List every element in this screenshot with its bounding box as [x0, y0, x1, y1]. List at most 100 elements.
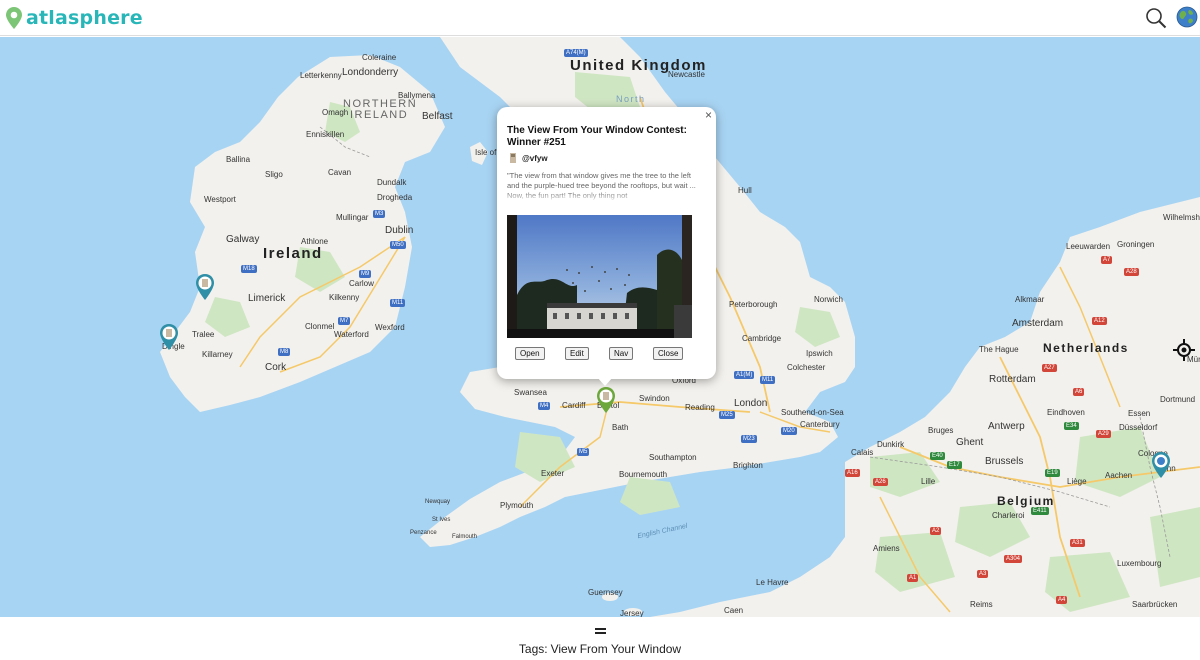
city-label: Reading — [685, 403, 715, 412]
city-label: Westport — [204, 195, 236, 204]
road-shield: A304 — [1004, 555, 1023, 563]
globe-button[interactable] — [1176, 6, 1198, 28]
city-label: Dublin — [385, 225, 414, 236]
city-label: Ghent — [956, 437, 984, 448]
nav-button[interactable]: Nav — [609, 347, 634, 360]
road-shield: M8 — [278, 348, 291, 356]
popup-actions: Open Edit Nav Close — [497, 347, 716, 363]
city-label: Londonderry — [342, 67, 399, 78]
city-label: Luxembourg — [1117, 559, 1162, 568]
road-shield: A1 — [907, 574, 919, 582]
open-button[interactable]: Open — [515, 347, 545, 360]
city-label: Charleroi — [992, 511, 1025, 520]
city-label: Bath — [612, 423, 629, 432]
popup-photo[interactable] — [507, 215, 692, 338]
city-label: Bournemouth — [619, 470, 668, 479]
city-label: Hull — [738, 186, 752, 195]
road-shield: M20 — [781, 427, 797, 435]
road-shield: M4 — [538, 402, 551, 410]
road-shield: E411 — [1031, 507, 1049, 515]
road-shield: A16 — [845, 469, 860, 477]
city-label: Canterbury — [800, 420, 840, 429]
city-label: Lille — [921, 477, 936, 486]
city-label: Drogheda — [377, 193, 413, 202]
road-shield: M3 — [373, 210, 386, 218]
city-label: Galway — [226, 234, 260, 245]
city-label: Southend-on-Sea — [781, 408, 844, 417]
menu-icon[interactable] — [595, 628, 606, 635]
region-label: IRELAND — [350, 109, 409, 121]
city-label: Belfast — [422, 111, 453, 122]
city-label: Newquay — [425, 499, 451, 505]
city-label: Swansea — [514, 388, 547, 397]
city-label: Guernsey — [588, 588, 623, 597]
road-shield: A29 — [1096, 430, 1111, 438]
city-label: Caen — [724, 606, 744, 615]
road-shield: A12 — [1092, 317, 1107, 325]
my-location-button[interactable] — [1173, 339, 1195, 361]
popup-author[interactable]: @vfyw — [507, 152, 548, 164]
avatar — [510, 153, 516, 163]
map-pin[interactable] — [195, 273, 215, 301]
road-shield: A6 — [1073, 388, 1085, 396]
city-label: Penzance — [410, 530, 437, 536]
city-label: Groningen — [1117, 240, 1155, 249]
city-label: Waterford — [334, 330, 369, 339]
road-shield: A1(M) — [734, 371, 755, 379]
map-pin-logo-icon — [6, 7, 22, 29]
city-label: Norwich — [814, 295, 843, 304]
road-shield: E40 — [930, 452, 945, 460]
city-label: Brighton — [733, 461, 763, 470]
road-shield: A74(M) — [564, 49, 588, 57]
city-label: Cambridge — [742, 334, 782, 343]
selected-map-pin[interactable] — [596, 386, 616, 414]
road-shield: E19 — [1045, 469, 1060, 477]
map-pin[interactable] — [159, 323, 179, 351]
tags-label: Tags: — [518, 642, 548, 656]
road-shield: M11 — [760, 376, 776, 384]
popup-title: The View From Your Window Contest: Winne… — [507, 125, 687, 148]
edit-button[interactable]: Edit — [565, 347, 589, 360]
city-label: Cavan — [328, 168, 352, 177]
road-shield: M9 — [359, 270, 372, 278]
city-label: Wexford — [375, 323, 405, 332]
city-label: Newcastle — [668, 70, 705, 79]
author-handle: @vfyw — [522, 153, 548, 163]
city-label: Coleraine — [362, 53, 397, 62]
city-label: Essen — [1128, 409, 1151, 418]
city-label: Clonmel — [305, 322, 335, 331]
globe-icon — [1176, 6, 1198, 28]
search-button[interactable] — [1145, 7, 1167, 29]
city-label: Cork — [265, 362, 287, 373]
city-label: Jersey — [620, 609, 644, 617]
road-shield: M23 — [741, 435, 757, 443]
city-label: Brussels — [985, 456, 1024, 467]
top-bar: atlasphere — [0, 0, 1200, 36]
city-label: Falmouth — [452, 534, 478, 540]
close-button[interactable]: Close — [653, 347, 684, 360]
city-label: Carlow — [349, 279, 374, 288]
city-label: Düsseldorf — [1119, 423, 1158, 432]
city-label: Cardiff — [562, 401, 586, 410]
city-label: Dundalk — [377, 178, 407, 187]
tag-link[interactable]: View From Your Window — [551, 642, 682, 656]
city-label: Amsterdam — [1012, 318, 1064, 329]
city-label: Peterborough — [729, 300, 778, 309]
map-pin[interactable] — [1151, 451, 1171, 479]
city-label: Athlone — [301, 237, 329, 246]
city-label: Kilkenny — [329, 293, 360, 302]
tags-line: Tags: View From Your Window — [0, 642, 1200, 656]
road-shield: M50 — [390, 241, 406, 249]
road-shield: E34 — [1064, 422, 1079, 430]
road-shield: M11 — [390, 299, 406, 307]
city-label: Southampton — [649, 453, 697, 462]
brand-logo[interactable]: atlasphere — [6, 6, 143, 30]
city-label: Eindhoven — [1047, 408, 1085, 417]
city-label: Bruges — [928, 426, 954, 435]
city-label: Swindon — [639, 394, 670, 403]
city-label: Ballina — [226, 155, 251, 164]
city-label: London — [734, 398, 768, 409]
popup-close-icon[interactable]: × — [705, 108, 712, 122]
city-label: Wilhelmsh — [1163, 213, 1200, 222]
city-label: Alkmaar — [1015, 295, 1045, 304]
